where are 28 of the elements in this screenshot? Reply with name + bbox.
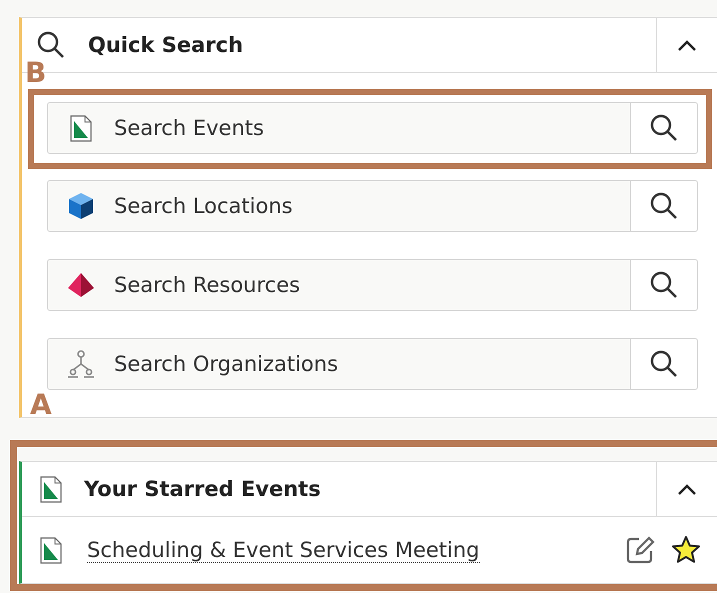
- cube-icon: [68, 192, 94, 220]
- edit-icon[interactable]: [625, 535, 655, 565]
- document-icon: [70, 114, 92, 142]
- search-icon: [36, 30, 66, 60]
- event-link[interactable]: Scheduling & Event Services Meeting: [87, 538, 480, 562]
- search-icon: [649, 113, 679, 143]
- chevron-icon: [677, 483, 697, 495]
- search-icon: [649, 349, 679, 379]
- search-icon: [649, 191, 679, 221]
- search-icon: [649, 270, 679, 300]
- pyramid-icon: [67, 272, 95, 298]
- org-chart-icon: [67, 350, 95, 378]
- search-button[interactable]: [630, 103, 697, 153]
- search-row[interactable]: Search Events: [47, 102, 698, 154]
- annotation-label: A: [30, 391, 52, 419]
- search-row[interactable]: Search Resources: [47, 259, 698, 311]
- search-row[interactable]: Search Organizations: [47, 338, 698, 390]
- search-row[interactable]: Search Locations: [47, 180, 698, 232]
- document-icon: [40, 476, 62, 502]
- panel-title: Quick Search: [88, 33, 244, 57]
- chevron-icon: [677, 39, 697, 51]
- search-button[interactable]: [630, 181, 697, 231]
- search-button[interactable]: [630, 260, 697, 310]
- star-icon[interactable]: [671, 535, 701, 565]
- panel-title: Your Starred Events: [84, 477, 322, 501]
- annotation-label: B: [25, 59, 46, 87]
- search-button[interactable]: [630, 339, 697, 389]
- document-icon: [40, 536, 62, 564]
